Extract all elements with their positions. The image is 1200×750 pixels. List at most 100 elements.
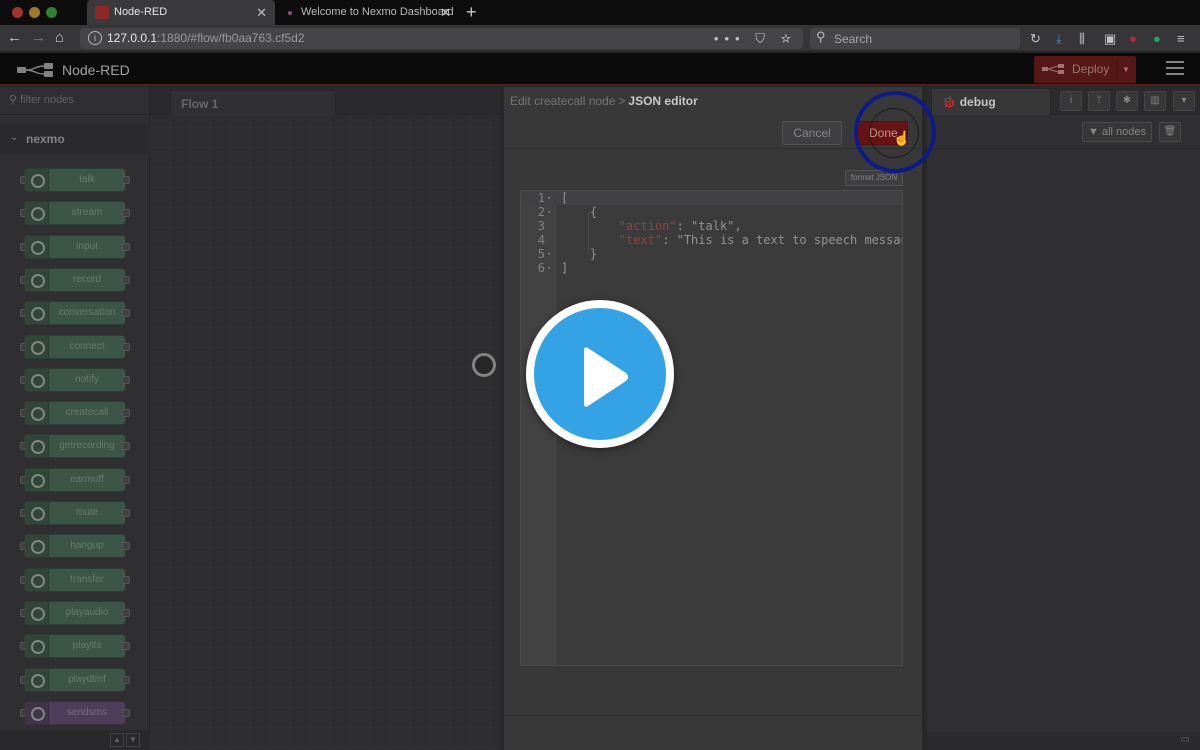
nexmo-node-icon bbox=[25, 601, 49, 624]
code-line[interactable]: 6 ▾] bbox=[521, 261, 902, 275]
sidebar-tab-bar: 🐞 debug i ᛘ ✱ ▥ ▾ bbox=[927, 87, 1200, 115]
tab-debug[interactable]: 🐞 debug bbox=[931, 88, 1051, 115]
palette-node-getrecording[interactable]: getrecording bbox=[20, 434, 130, 459]
info-icon[interactable]: i bbox=[1060, 91, 1082, 111]
search-icon: ⚲ bbox=[9, 94, 18, 106]
palette-node-label: mute bbox=[75, 507, 99, 518]
tab-close-icon[interactable]: ✕ bbox=[440, 0, 451, 25]
flow-node[interactable] bbox=[472, 353, 496, 377]
fold-toggle-icon[interactable]: ▾ bbox=[547, 205, 551, 219]
debug-bug-icon[interactable]: ✱ bbox=[1116, 91, 1138, 111]
palette-node-playdtmf[interactable]: playdtmf bbox=[20, 667, 130, 692]
palette-node-playaudio[interactable]: playaudio bbox=[20, 600, 130, 625]
new-tab-icon[interactable]: + bbox=[466, 1, 477, 23]
sidebar-menu-caret-icon[interactable]: ▾ bbox=[1173, 91, 1195, 111]
palette-node-createcall[interactable]: createcall bbox=[20, 401, 130, 426]
output-port bbox=[122, 708, 130, 717]
collapse-down-icon[interactable]: ▼ bbox=[126, 733, 140, 747]
browser-nav-bar: ← → ⌂ i 127.0.0.1:1880/#flow/fb0aa763.cf… bbox=[0, 25, 1200, 52]
palette-node-label: connect bbox=[69, 340, 105, 352]
deploy-menu-caret-icon[interactable]: ▼ bbox=[1122, 56, 1130, 83]
sidebar-toggle-icon[interactable]: ▣ bbox=[1104, 28, 1116, 49]
code-text: "text": "This is a text to speech messag… bbox=[561, 233, 902, 247]
palette-node-mute[interactable]: mute bbox=[20, 501, 130, 525]
tab-flow-1[interactable]: Flow 1 bbox=[170, 90, 336, 116]
browser-search-input[interactable] bbox=[834, 30, 1014, 47]
deploy-button[interactable]: Deploy ▼ bbox=[1034, 56, 1136, 83]
tab-close-icon[interactable]: ✕ bbox=[256, 0, 267, 25]
browser-tab-node-red[interactable]: Node-RED ✕ bbox=[87, 0, 275, 25]
palette-node-earmuff[interactable]: earmuff bbox=[20, 467, 130, 492]
browser-search-box[interactable]: ⚲ bbox=[810, 28, 1020, 49]
line-number: 5 bbox=[537, 247, 545, 261]
browser-tab-nexmo[interactable]: Welcome to Nexmo Dashboard ✕ bbox=[279, 0, 459, 25]
palette-node-transfer[interactable]: transfer bbox=[20, 567, 130, 592]
palette-category-nexmo[interactable]: ⌄ nexmo bbox=[0, 124, 150, 154]
bookmark-star-icon[interactable]: ☆ bbox=[781, 31, 797, 46]
clear-debug-trash-icon[interactable]: 🗑 bbox=[1159, 122, 1181, 142]
menu-hamburger-icon[interactable]: ≡ bbox=[1177, 28, 1185, 49]
fold-toggle-icon[interactable]: ▾ bbox=[547, 261, 551, 275]
output-port bbox=[122, 342, 130, 351]
palette-node-label: talk bbox=[79, 174, 95, 185]
output-port bbox=[122, 475, 130, 484]
download-icon[interactable]: ⤓ bbox=[1056, 28, 1062, 49]
palette-node-playtts[interactable]: playtts bbox=[20, 634, 130, 659]
node-red-logo-icon bbox=[17, 63, 53, 77]
pocket-icon[interactable]: ⛉ bbox=[755, 31, 771, 46]
dashboard-chart-icon[interactable]: ▥ bbox=[1144, 91, 1166, 111]
debug-filter-button[interactable]: ▼ all nodes bbox=[1082, 122, 1152, 142]
fold-toggle-icon[interactable]: ▾ bbox=[547, 191, 551, 205]
deploy-label: Deploy bbox=[1072, 62, 1110, 76]
palette-node-sendsms[interactable]: sendsms bbox=[20, 700, 130, 725]
pinterest-icon[interactable]: ● bbox=[1129, 28, 1137, 49]
palette-node-stream[interactable]: stream bbox=[20, 201, 130, 226]
more-actions-icon[interactable]: ••• bbox=[714, 31, 746, 46]
branch-icon[interactable]: ᛘ bbox=[1088, 91, 1110, 111]
library-icon[interactable]: ⫼ bbox=[1079, 28, 1085, 49]
palette-node-talk[interactable]: talk bbox=[20, 168, 130, 192]
palette-node-record[interactable]: record bbox=[20, 267, 130, 292]
collapse-up-icon[interactable]: ▲ bbox=[110, 733, 124, 747]
output-port bbox=[122, 509, 130, 517]
window-minimize-button[interactable] bbox=[29, 7, 40, 18]
nexmo-node-icon bbox=[25, 435, 49, 458]
line-number: 3 bbox=[537, 219, 545, 233]
nexmo-node-icon bbox=[25, 668, 49, 691]
grammarly-icon[interactable]: ● bbox=[1153, 28, 1161, 49]
browser-tab-bar: Node-RED ✕ Welcome to Nexmo Dashboard ✕ … bbox=[0, 0, 1200, 25]
palette-filter-input[interactable] bbox=[20, 94, 140, 106]
output-port bbox=[122, 642, 130, 651]
site-info-icon[interactable]: i bbox=[88, 31, 102, 45]
url-bar[interactable]: i 127.0.0.1:1880/#flow/fb0aa763.cf5d2 ••… bbox=[80, 28, 803, 49]
palette-node-notify[interactable]: notify bbox=[20, 367, 130, 392]
code-line[interactable]: 5 ▾ } bbox=[521, 247, 902, 261]
window-zoom-button[interactable] bbox=[46, 7, 57, 18]
back-arrow-icon[interactable]: ← bbox=[7, 28, 22, 48]
code-line[interactable]: 1 ▾ [ bbox=[521, 191, 902, 205]
home-icon[interactable]: ⌂ bbox=[55, 28, 64, 48]
fold-toggle-icon[interactable]: ▾ bbox=[547, 247, 551, 261]
video-play-button[interactable] bbox=[526, 300, 674, 448]
breadcrumb-parent[interactable]: Edit createcall node bbox=[510, 94, 615, 108]
main-menu-icon[interactable] bbox=[1166, 61, 1184, 75]
code-line[interactable]: 3 "action": "talk", bbox=[521, 219, 902, 233]
code-line[interactable]: 4 "text": "This is a text to speech mess… bbox=[521, 233, 902, 247]
palette-node-input[interactable]: input bbox=[20, 234, 130, 259]
window-close-button[interactable] bbox=[12, 7, 23, 18]
palette-node-hangup[interactable]: hangup bbox=[20, 534, 130, 559]
code-line[interactable]: 2 ▾ { bbox=[521, 205, 902, 219]
flow-workspace[interactable]: Flow 1 bbox=[150, 87, 500, 750]
nexmo-node-icon bbox=[25, 535, 49, 558]
breadcrumb: Edit createcall node > JSON editor bbox=[510, 94, 698, 108]
url-text[interactable]: 127.0.0.1:1880/#flow/fb0aa763.cf5d2 bbox=[107, 28, 305, 49]
monitor-icon[interactable]: ▭ bbox=[1181, 734, 1190, 745]
output-port bbox=[122, 675, 130, 684]
forward-arrow-icon[interactable]: → bbox=[31, 28, 46, 48]
palette-node-conversation[interactable]: conversation bbox=[20, 301, 130, 326]
palette-node-connect[interactable]: connect bbox=[20, 334, 130, 359]
code-text: { bbox=[561, 205, 598, 219]
cancel-button[interactable]: Cancel bbox=[782, 121, 842, 145]
reload-icon[interactable]: ↻ bbox=[1030, 28, 1041, 49]
